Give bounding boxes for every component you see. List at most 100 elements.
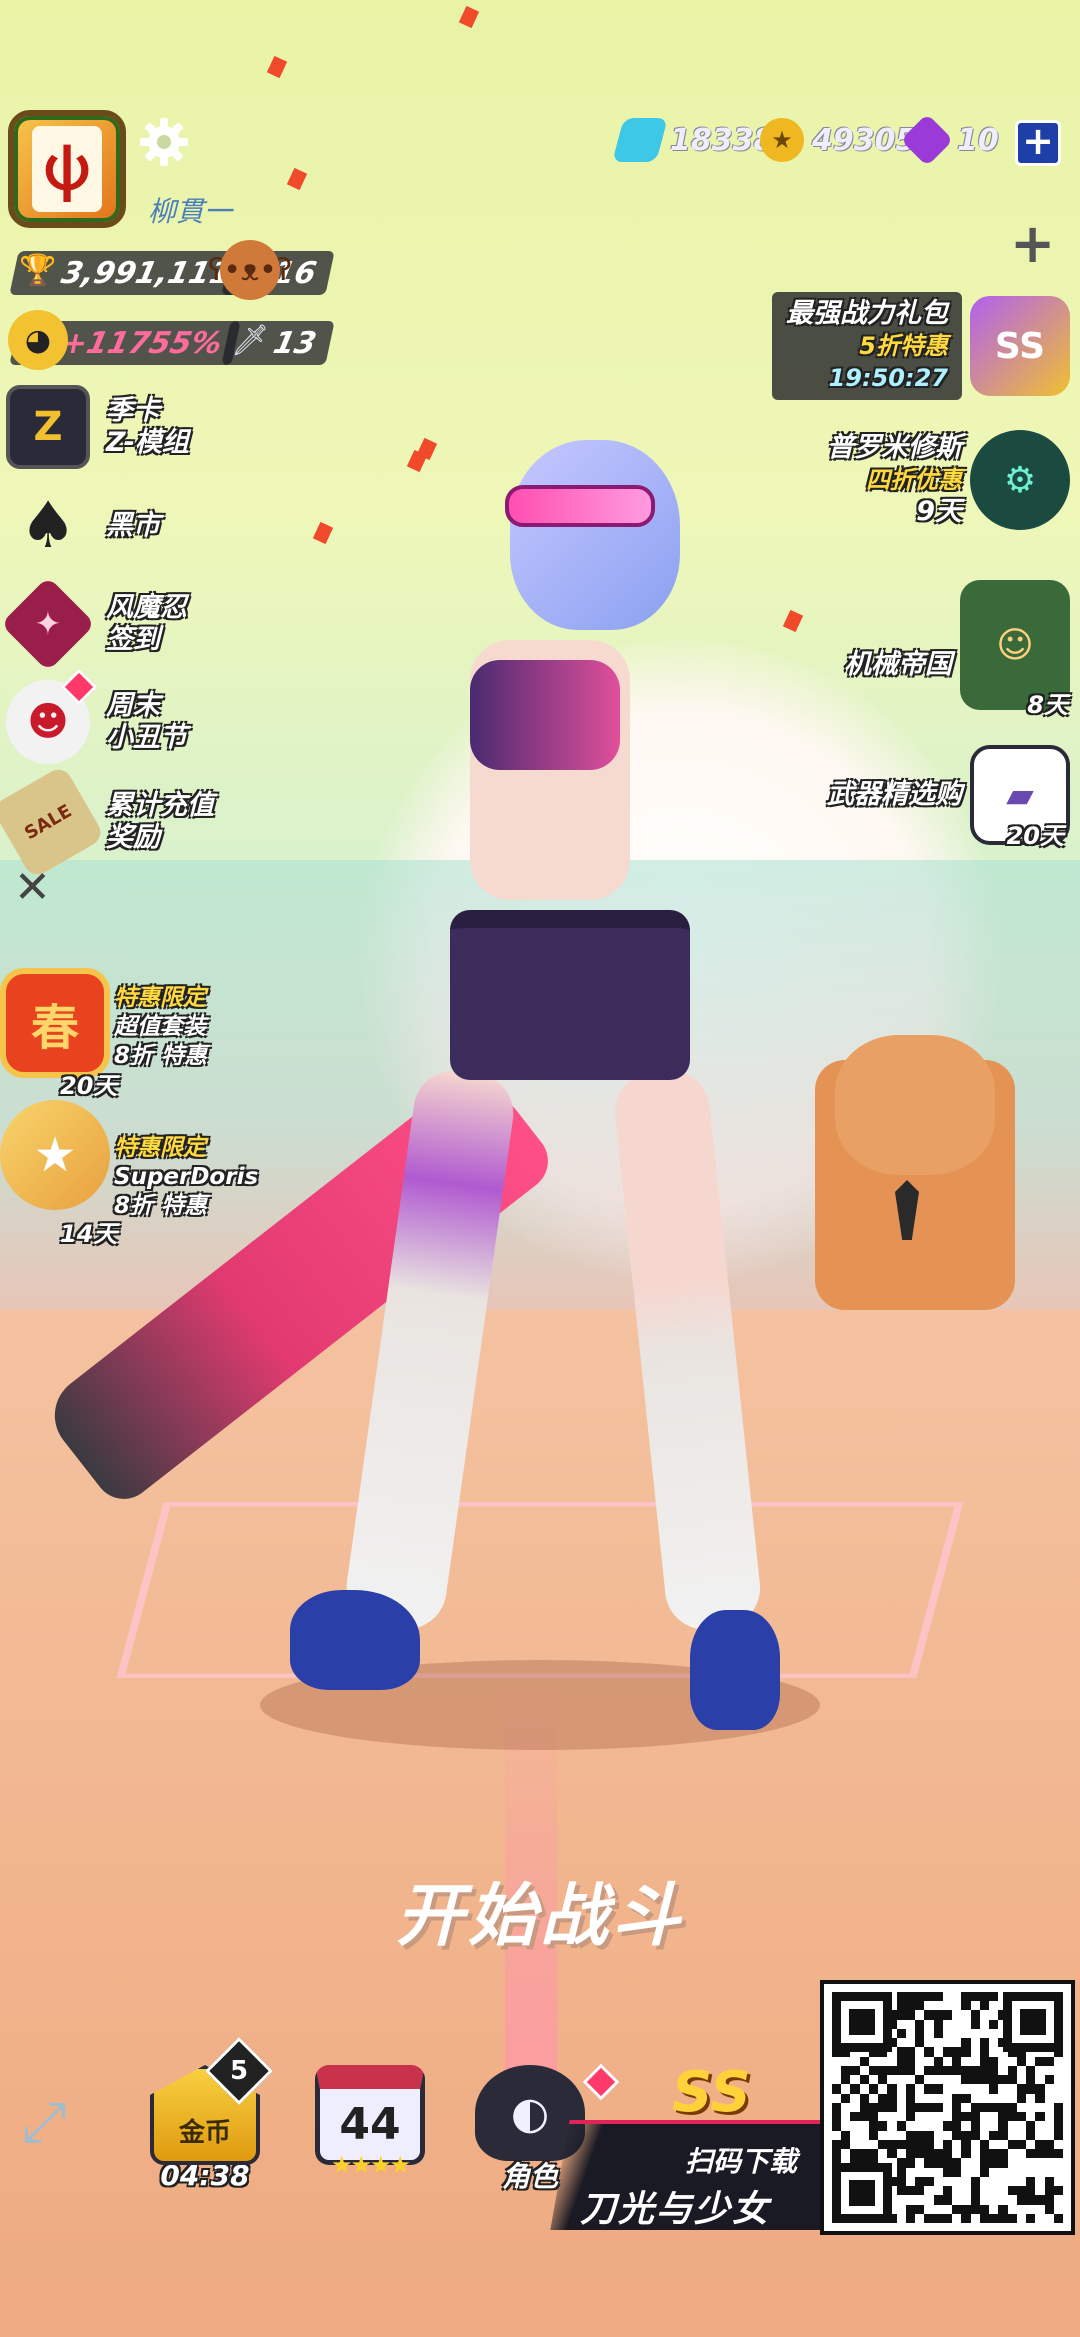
event-timer: 19:50:27 <box>828 364 948 392</box>
promo-days: 20天 <box>60 1072 118 1100</box>
qr-finder <box>832 1992 892 2052</box>
event-subtitle: 四折优惠 <box>866 466 962 494</box>
event-title: 普罗米修斯 <box>827 432 962 463</box>
promo-line: 超值套装 <box>114 1014 206 1040</box>
notification-dot <box>60 668 98 706</box>
gold-label: 金币 <box>178 2117 231 2148</box>
character-shoe <box>290 1590 420 1690</box>
player-avatar[interactable]: 𐌸 <box>8 110 126 228</box>
event-days: 20天 <box>1006 822 1064 850</box>
character-shoe <box>690 1610 780 1730</box>
menu-season-card[interactable]: Z 季卡 Z-模组 <box>6 385 189 469</box>
mech-empire-portrait-icon: ☺ 8天 <box>960 580 1070 719</box>
bear-mascot-head <box>835 1035 995 1175</box>
menu-label: 签到 <box>106 624 160 655</box>
power-stat[interactable]: +11755% ◕ <box>8 310 241 370</box>
event-subtitle: 5折特惠 <box>859 332 948 360</box>
menu-label: 季卡 <box>106 395 160 426</box>
spring-badge-icon: 春 <box>0 968 110 1078</box>
currency-value: 49305 <box>812 122 917 158</box>
confetti <box>312 521 334 545</box>
event-prometheus[interactable]: 普罗米修斯 四折优惠 9天 ⚙ <box>827 430 1070 530</box>
character-shorts <box>450 910 690 1080</box>
menu-weekend-clown[interactable]: ☻ 周末 小丑节 <box>6 668 187 764</box>
menu-label: 黑市 <box>106 510 160 541</box>
qr-finder <box>1003 1992 1063 2052</box>
promo-superdoris[interactable]: ★ 特惠限定 SuperDoris 8折 特惠 <box>0 1100 258 1221</box>
z-module-icon: Z <box>6 385 90 469</box>
menu-label: 奖励 <box>106 822 160 853</box>
ss-label: SS <box>994 325 1046 367</box>
confetti <box>458 5 480 29</box>
weapon-box-icon: ▰ 20天 <box>970 745 1070 850</box>
character-goggles <box>505 485 655 527</box>
event-days: 9天 <box>916 496 962 527</box>
game-name: 刀光与少女 <box>580 2189 771 2230</box>
currency-purple[interactable]: 10 <box>900 113 999 167</box>
expand-events-button[interactable]: + <box>1010 212 1055 275</box>
bear-stat[interactable]: 16 ʕ•ᴥ•ʔ <box>208 240 335 300</box>
level-button[interactable]: 44 ★★★★ <box>310 2065 430 2195</box>
player-name: 柳貫一 <box>148 195 233 228</box>
floor-marking <box>116 1502 964 1678</box>
ss-rank-badge[interactable]: SS <box>672 2060 751 2125</box>
menu-label: 周末 <box>106 690 160 721</box>
promo-days: 14天 <box>60 1220 118 1248</box>
currency-diamond[interactable]: 18338 <box>612 118 775 162</box>
ninja-star-icon: ✦ <box>0 576 96 672</box>
download-title: 扫码下载 <box>685 2145 798 2178</box>
level-stars: ★★★★ <box>330 2151 411 2179</box>
weapon-stat[interactable]: 13 🗡 <box>221 318 335 368</box>
menu-label: 累计充值 <box>106 790 214 821</box>
bear-icon: ʕ•ᴥ•ʔ <box>208 240 292 300</box>
start-battle-button[interactable]: 开始战斗 <box>370 1860 710 1954</box>
promo-spring-pack[interactable]: 春 特惠限定 超值套装 8折 特惠 <box>0 968 207 1078</box>
superdoris-portrait-icon: ★ <box>0 1100 110 1210</box>
expand-icon[interactable]: ⤢ <box>22 2090 67 2156</box>
confetti <box>782 609 804 633</box>
currency-gold[interactable]: ★ 49305 <box>760 118 916 162</box>
menu-wind-ninja-signin[interactable]: ✦ 风魔忍 签到 <box>0 576 187 672</box>
confetti <box>286 167 308 191</box>
menu-black-market[interactable]: ♠ 黑市 <box>6 484 160 568</box>
promo-line: 8折 特惠 <box>114 1043 208 1069</box>
currency-value: 10 <box>957 122 999 158</box>
qr-finder <box>832 2163 892 2223</box>
event-weapon-select[interactable]: 武器精选购 ▰ 20天 <box>827 745 1070 850</box>
gear-icon[interactable] <box>138 116 190 168</box>
character-top <box>470 660 620 770</box>
promo-line: 特惠限定 <box>114 985 206 1011</box>
event-title: 机械帝国 <box>844 649 952 680</box>
prometheus-helmet-icon: ⚙ <box>970 430 1070 530</box>
gift-box-icon: SS <box>970 296 1070 396</box>
currency-value: 18338 <box>670 122 775 158</box>
event-mech-empire[interactable]: 机械帝国 ☺ 8天 <box>844 580 1070 719</box>
purple-gem-icon <box>900 113 954 167</box>
promo-line: SuperDoris <box>114 1164 259 1190</box>
level-value: 44 <box>339 2099 401 2150</box>
character-hair <box>510 440 680 630</box>
menu-cumulative-topup[interactable]: SALE 累计充值 奖励 <box>0 764 214 880</box>
event-title: 最强战力礼包 <box>786 298 948 329</box>
close-icon[interactable]: ✕ <box>14 862 51 913</box>
promo-line: 8折 特惠 <box>114 1193 208 1219</box>
menu-label: Z-模组 <box>106 427 189 458</box>
sword-icon: 🗡 <box>230 322 270 358</box>
event-days: 8天 <box>1027 691 1068 719</box>
menu-label: 风魔忍 <box>106 592 187 623</box>
character-label: 角色 <box>501 2160 558 2193</box>
confetti <box>266 55 288 79</box>
trophy-icon: 🏆 <box>19 252 57 288</box>
event-title: 武器精选购 <box>827 779 962 810</box>
gold-reward-button[interactable]: 金币 5 04:38 <box>145 2037 273 2195</box>
spade-ace-icon: ♠ <box>19 489 77 563</box>
level-card-icon: 44 <box>315 2065 425 2165</box>
menu-label: 小丑节 <box>106 722 187 753</box>
power-bonus-value: +11755% <box>58 325 226 361</box>
clown-icon: ☻ <box>6 668 98 764</box>
gold-coin-icon: ★ <box>760 118 804 162</box>
mahjong-tile-icon: 𐌸 <box>32 126 102 212</box>
event-strongest-pack[interactable]: 最强战力礼包 5折特惠 19:50:27 SS <box>772 292 1070 400</box>
add-currency-button[interactable]: + <box>1015 120 1061 166</box>
qr-code[interactable] <box>820 1980 1075 2235</box>
